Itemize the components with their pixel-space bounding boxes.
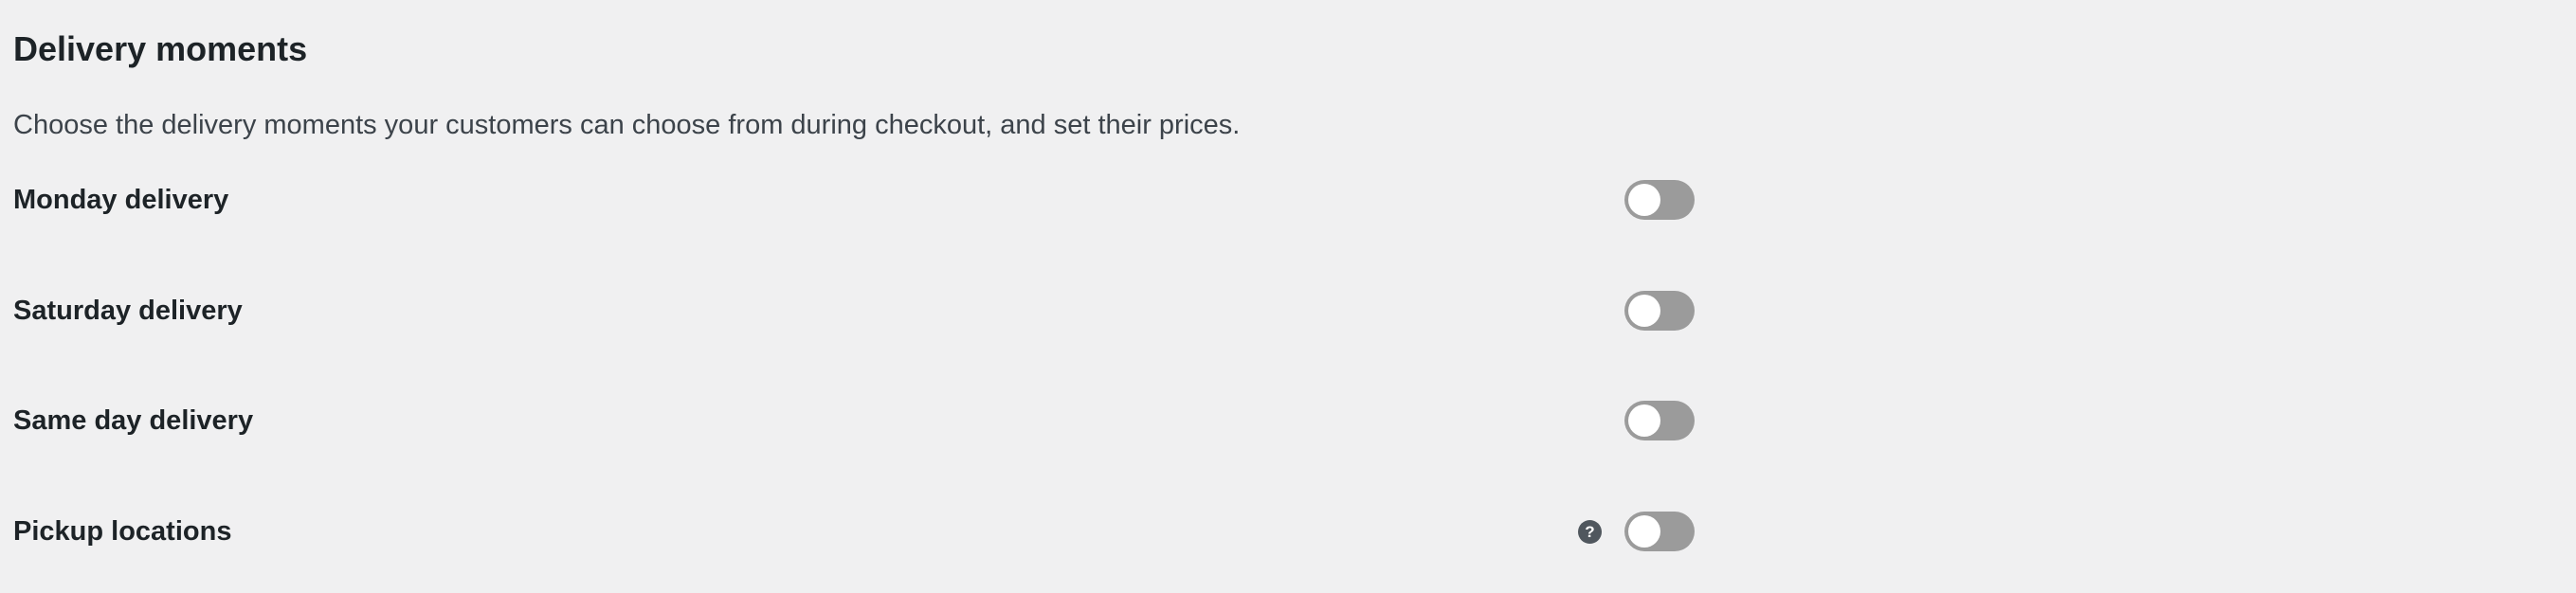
option-label-saturday-delivery: Saturday delivery [13,296,243,326]
toggle-knob [1628,184,1660,216]
question-circle-icon[interactable]: ? [1578,520,1602,544]
option-row-pickup-locations: Pickup locations ? [13,503,1696,560]
toggle-knob [1628,515,1660,548]
section-title: Delivery moments [13,29,308,68]
option-row-saturday-delivery: Saturday delivery [13,282,1696,339]
option-row-same-day-delivery: Same day delivery [13,392,1696,449]
option-row-monday-delivery: Monday delivery [13,171,1696,228]
section-description: Choose the delivery moments your custome… [13,110,1241,140]
toggle-knob [1628,404,1660,437]
option-label-monday-delivery: Monday delivery [13,185,229,215]
toggle-saturday-delivery[interactable] [1624,291,1695,331]
toggle-pickup-locations[interactable] [1624,512,1695,551]
toggle-knob [1628,295,1660,327]
option-label-same-day-delivery: Same day delivery [13,405,254,436]
option-label-pickup-locations: Pickup locations [13,516,232,547]
toggle-monday-delivery[interactable] [1624,180,1695,220]
toggle-same-day-delivery[interactable] [1624,401,1695,440]
